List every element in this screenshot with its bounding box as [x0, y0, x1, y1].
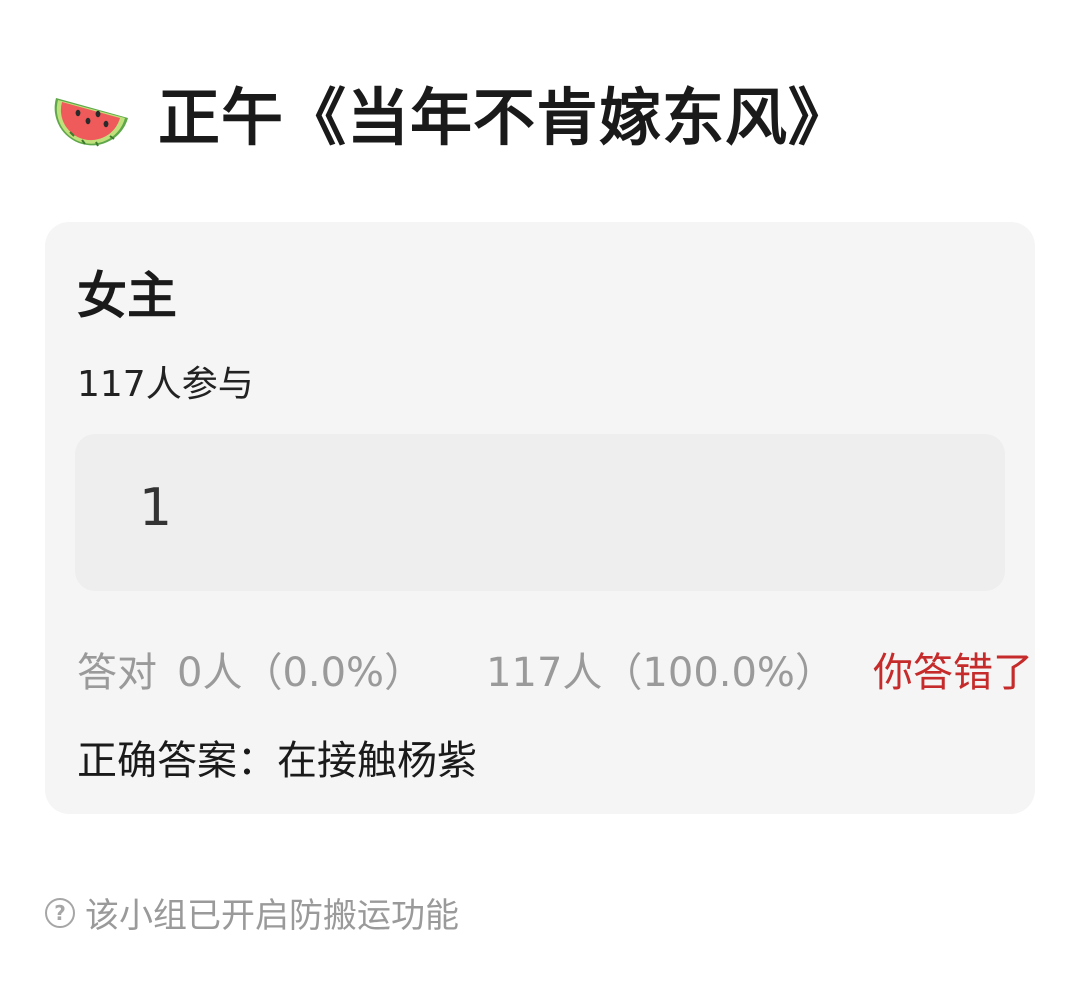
- page-title: 正午《当年不肯嫁东风》: [158, 81, 852, 154]
- page-header: 正午《当年不肯嫁东风》: [48, 70, 851, 154]
- watermelon-icon: [54, 98, 128, 147]
- anti-repost-notice[interactable]: ? 该小组已开启防搬运功能: [45, 888, 459, 937]
- correct-count: 0人（0.0%）: [177, 650, 425, 696]
- correct-answer: 正确答案：在接触杨紫: [77, 738, 477, 784]
- anti-repost-text: 该小组已开启防搬运功能: [85, 896, 459, 936]
- result-stats: 答对 0人（0.0%） 117人（100.0%） 你答错了: [77, 640, 1033, 698]
- answer-option-label: 1: [139, 478, 173, 538]
- help-circle-icon[interactable]: ?: [45, 897, 75, 928]
- quiz-card: 女主 117人参与 1 答对 0人（0.0%） 117人（100.0%） 你答错…: [45, 222, 1035, 814]
- wrong-count: 117人（100.0%）: [486, 650, 835, 696]
- participant-count: 117人参与: [77, 364, 254, 405]
- wrong-answer-badge: 你答错了: [872, 650, 1033, 696]
- correct-label: 答对: [77, 650, 157, 696]
- quiz-title: 女主: [77, 267, 177, 325]
- answer-option[interactable]: 1: [75, 434, 1005, 591]
